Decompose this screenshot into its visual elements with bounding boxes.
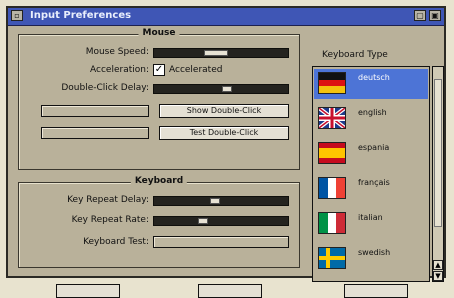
window: ▫ Input Preferences ▢ ▣ Mouse Mouse Spee… <box>6 6 446 298</box>
keyboard-type-item-label: english <box>358 108 387 117</box>
sweden-flag-icon <box>318 247 346 269</box>
mouse-speed-label: Mouse Speed: <box>85 47 149 57</box>
keyboard-test-field[interactable] <box>153 236 289 248</box>
depth-icon[interactable]: ▣ <box>429 10 441 21</box>
mouse-speed-slider[interactable] <box>153 48 289 58</box>
double-click-delay-label: Double-Click Delay: <box>61 83 149 93</box>
scroll-up-icon[interactable]: ▲ <box>433 260 443 270</box>
scrollbar-thumb[interactable] <box>434 79 442 227</box>
keyboard-type-item[interactable]: deutsch <box>314 69 428 99</box>
acceleration-label: Acceleration: <box>90 65 149 75</box>
window-content: Mouse Mouse Speed: Acceleration: ✓ Accel… <box>8 26 444 298</box>
france-flag-icon <box>318 177 346 199</box>
keyboard-type-item[interactable]: english <box>314 104 428 134</box>
italy-flag-icon <box>318 212 346 234</box>
keyboard-type-item-label: swedish <box>358 248 391 257</box>
keyboard-test-label: Keyboard Test: <box>83 237 149 247</box>
save-button[interactable] <box>56 284 120 298</box>
accelerated-label: Accelerated <box>169 65 223 75</box>
keyboard-type-item-label: deutsch <box>358 73 390 82</box>
test-double-click-button[interactable]: Test Double-Click <box>159 126 289 140</box>
key-repeat-rate-label: Key Repeat Rate: <box>71 215 149 225</box>
keyboard-type-item[interactable]: espania <box>314 139 428 169</box>
keyboard-type-item[interactable]: italian <box>314 209 428 239</box>
mouse-group-title: Mouse <box>138 28 180 38</box>
keyboard-type-item-label: espania <box>358 143 390 152</box>
key-repeat-delay-label: Key Repeat Delay: <box>67 195 149 205</box>
test-double-click-button-label: Test Double-Click <box>189 128 259 137</box>
keyboard-group: Keyboard Key Repeat Delay: Key Repeat Ra… <box>18 176 300 268</box>
keyboard-type-scrollbar[interactable]: ▲ ▼ <box>432 66 444 282</box>
key-repeat-delay-knob[interactable] <box>210 198 220 204</box>
keyboard-type-item[interactable]: français <box>314 174 428 204</box>
accelerated-checkbox[interactable]: ✓ <box>153 64 165 76</box>
keyboard-type-title: Keyboard Type <box>322 50 388 60</box>
mouse-speed-knob[interactable] <box>204 50 228 56</box>
uk-flag-icon <box>318 107 346 129</box>
mouse-group: Mouse Mouse Speed: Acceleration: ✓ Accel… <box>18 28 300 170</box>
close-icon[interactable]: ▫ <box>11 10 23 21</box>
use-button[interactable] <box>198 284 262 298</box>
scroll-down-icon[interactable]: ▼ <box>433 271 443 281</box>
double-click-delay-slider[interactable] <box>153 84 289 94</box>
keyboard-group-title: Keyboard <box>130 176 188 186</box>
key-repeat-rate-slider[interactable] <box>153 216 289 226</box>
show-double-click-button-label: Show Double-Click <box>186 106 262 115</box>
spain-flag-icon <box>318 142 346 164</box>
keyboard-type-item-label: italian <box>358 213 383 222</box>
germany-flag-icon <box>318 72 346 94</box>
show-double-click-field[interactable] <box>41 105 149 117</box>
keyboard-type-item[interactable]: swedish <box>314 244 428 274</box>
key-repeat-rate-knob[interactable] <box>198 218 208 224</box>
window-title: Input Preferences <box>30 10 132 21</box>
cancel-button[interactable] <box>344 284 408 298</box>
title-bar[interactable]: ▫ Input Preferences ▢ ▣ <box>8 8 444 26</box>
double-click-delay-knob[interactable] <box>222 86 232 92</box>
zoom-icon[interactable]: ▢ <box>414 10 426 21</box>
keyboard-type-item-label: français <box>358 178 390 187</box>
show-double-click-button[interactable]: Show Double-Click <box>159 104 289 118</box>
key-repeat-delay-slider[interactable] <box>153 196 289 206</box>
keyboard-type-list[interactable]: deutsch english espania français italian swed… <box>312 66 430 282</box>
test-double-click-field[interactable] <box>41 127 149 139</box>
